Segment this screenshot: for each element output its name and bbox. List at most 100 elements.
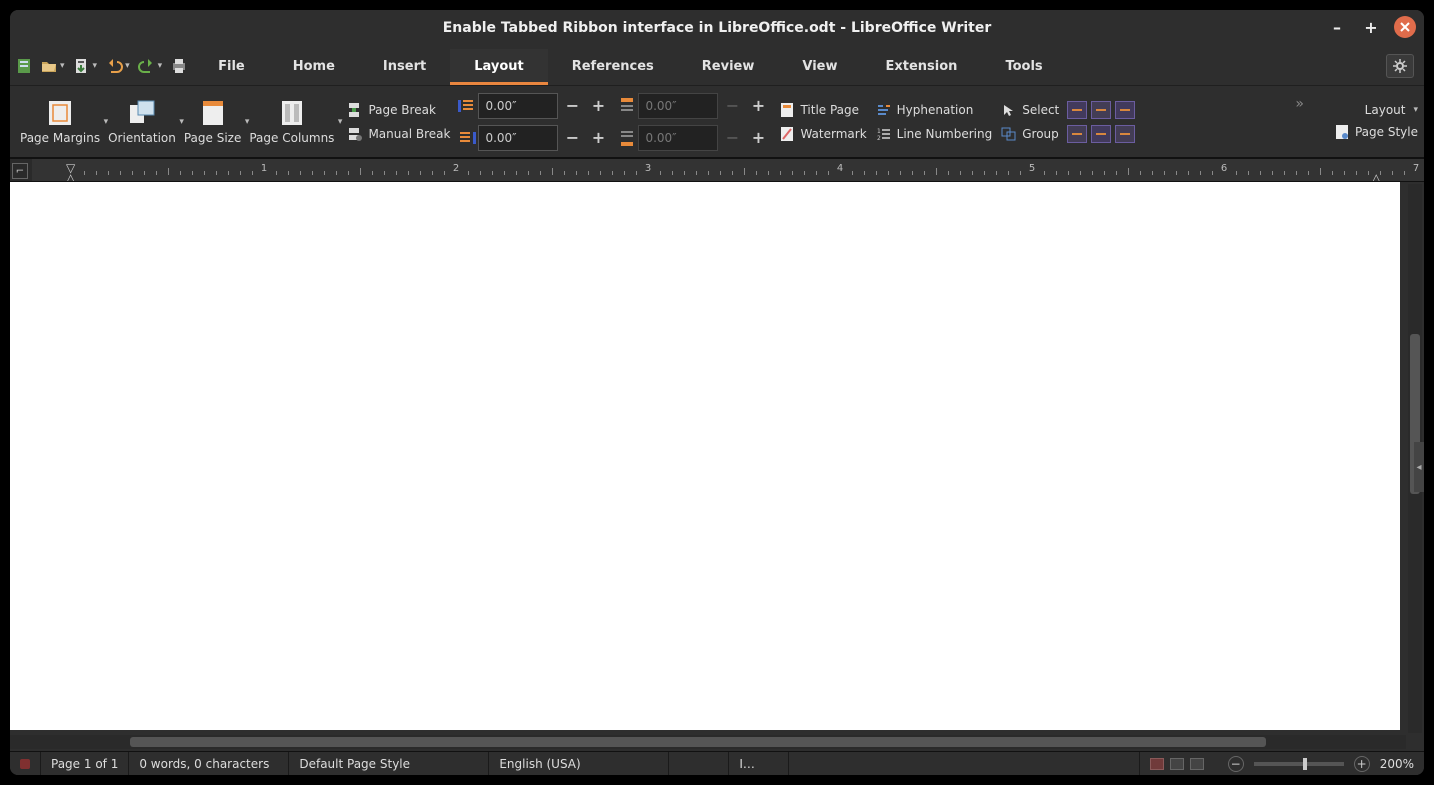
spacing-above-icon xyxy=(618,97,636,115)
wrap-option-5[interactable] xyxy=(1091,125,1111,143)
open-button[interactable]: ▾ xyxy=(38,55,69,77)
group-button[interactable]: Group xyxy=(1000,125,1059,143)
manual-break-button[interactable]: Manual Break xyxy=(346,125,450,143)
zoom-out-button[interactable]: − xyxy=(1228,756,1244,772)
chevron-down-icon: ▾ xyxy=(123,61,132,71)
print-button[interactable] xyxy=(168,55,190,77)
document-page[interactable] xyxy=(10,182,1400,730)
wrap-option-6[interactable] xyxy=(1115,125,1135,143)
save-button[interactable]: ▾ xyxy=(71,55,102,77)
indent-left-decrease[interactable]: − xyxy=(560,93,584,119)
status-selection-mode[interactable]: I… xyxy=(729,752,789,775)
spacing-below-input[interactable]: 0.00″ xyxy=(638,125,718,151)
orientation-button[interactable]: Orientation ▾ xyxy=(104,97,180,147)
page-size-icon xyxy=(199,99,227,127)
zoom-in-button[interactable]: + xyxy=(1354,756,1370,772)
wrap-option-1[interactable] xyxy=(1067,101,1087,119)
title-page-button[interactable]: Title Page xyxy=(778,101,866,119)
indent-right-decrease[interactable]: − xyxy=(560,125,584,151)
undo-button[interactable]: ▾ xyxy=(103,55,134,77)
page-style-button[interactable]: Page Style xyxy=(1333,123,1418,141)
hyphenation-button[interactable]: Hyphenation xyxy=(875,101,993,119)
chevron-down-icon: ▾ xyxy=(1409,105,1418,115)
app-window: Enable Tabbed Ribbon interface in LibreO… xyxy=(10,10,1424,775)
tab-home[interactable]: Home xyxy=(269,49,359,85)
tab-extension[interactable]: Extension xyxy=(862,49,982,85)
spacing-below-decrease[interactable]: − xyxy=(720,125,744,151)
horizontal-scroll-thumb[interactable] xyxy=(130,737,1266,747)
view-book[interactable] xyxy=(1190,758,1204,770)
close-button[interactable] xyxy=(1394,16,1416,38)
status-page[interactable]: Page 1 of 1 xyxy=(41,752,129,775)
page-style-icon xyxy=(1333,123,1351,141)
ruler-number: 5 xyxy=(1029,163,1035,167)
tab-layout[interactable]: Layout xyxy=(450,49,548,85)
status-save-indicator[interactable] xyxy=(10,752,41,775)
tab-stop-selector[interactable]: ⌐ xyxy=(12,163,28,179)
chevron-down-icon: ▾ xyxy=(91,61,100,71)
ribbon-group-text-flow: Hyphenation 12 Line Numbering xyxy=(875,101,993,143)
minimize-button[interactable]: – xyxy=(1326,16,1348,38)
maximize-button[interactable]: + xyxy=(1360,16,1382,38)
tab-review[interactable]: Review xyxy=(678,49,779,85)
ribbon-group-spacing: 0.00″ − + 0.00″ − + xyxy=(618,93,770,151)
status-word-count[interactable]: 0 words, 0 characters xyxy=(129,752,289,775)
orientation-icon xyxy=(128,99,156,127)
spacing-above-increase[interactable]: + xyxy=(746,93,770,119)
wrap-option-3[interactable] xyxy=(1115,101,1135,119)
view-single-page[interactable] xyxy=(1150,758,1164,770)
page-columns-button[interactable]: Page Columns ▾ xyxy=(245,97,338,147)
hyphenation-icon xyxy=(875,101,893,119)
select-button[interactable]: Select xyxy=(1000,101,1059,119)
ribbon-overflow-button[interactable]: » xyxy=(1295,86,1304,122)
indent-right-input[interactable]: 0.00″ xyxy=(478,125,558,151)
horizontal-scrollbar[interactable] xyxy=(10,735,1406,749)
horizontal-ruler[interactable]: ⌐ ▽△1234567△ xyxy=(10,158,1424,182)
spacing-above-input[interactable]: 0.00″ xyxy=(638,93,718,119)
indent-right-increase[interactable]: + xyxy=(586,125,610,151)
undo-icon xyxy=(105,57,123,75)
indent-left-icon xyxy=(458,97,476,115)
redo-button[interactable]: ▾ xyxy=(136,55,167,77)
spacing-above-decrease[interactable]: − xyxy=(720,93,744,119)
tab-file[interactable]: File xyxy=(194,49,269,85)
watermark-button[interactable]: Watermark xyxy=(778,125,866,143)
indent-left-input[interactable]: 0.00″ xyxy=(478,93,558,119)
status-insert-mode[interactable] xyxy=(669,752,729,775)
right-indent-marker[interactable]: △ xyxy=(1372,171,1381,182)
indent-right-row: 0.00″ − + xyxy=(458,125,610,151)
ribbon-group-arrange: Select Group xyxy=(1000,101,1059,143)
page-break-button[interactable]: Page Break xyxy=(346,101,450,119)
ruler-number: 4 xyxy=(837,163,843,167)
status-signature[interactable] xyxy=(789,752,1139,775)
group-icon xyxy=(1000,125,1018,143)
sidebar-toggle[interactable]: ◂ xyxy=(1414,442,1424,492)
tab-references[interactable]: References xyxy=(548,49,678,85)
view-multi-page[interactable] xyxy=(1170,758,1184,770)
zoom-percent[interactable]: 200% xyxy=(1374,757,1414,771)
manual-break-icon xyxy=(346,125,364,143)
status-language[interactable]: English (USA) xyxy=(489,752,669,775)
indent-left-increase[interactable]: + xyxy=(586,93,610,119)
left-indent-marker[interactable]: △ xyxy=(66,171,75,182)
ribbon-group-page-extras: Title Page Watermark xyxy=(778,101,866,143)
page-margins-icon xyxy=(46,99,74,127)
spacing-below-increase[interactable]: + xyxy=(746,125,770,151)
tab-view[interactable]: View xyxy=(778,49,861,85)
window-title: Enable Tabbed Ribbon interface in LibreO… xyxy=(443,20,992,36)
wrap-option-4[interactable] xyxy=(1067,125,1087,143)
tab-tools[interactable]: Tools xyxy=(981,49,1066,85)
layout-menu-button[interactable]: Layout ▾ xyxy=(1365,103,1418,117)
ribbon-settings-button[interactable] xyxy=(1386,54,1414,78)
new-document-button[interactable] xyxy=(14,55,36,77)
line-numbering-button[interactable]: 12 Line Numbering xyxy=(875,125,993,143)
zoom-slider[interactable] xyxy=(1254,762,1344,766)
chevron-down-icon: ▾ xyxy=(58,61,67,71)
wrap-option-2[interactable] xyxy=(1091,101,1111,119)
page-margins-button[interactable]: Page Margins ▾ xyxy=(16,97,104,147)
tab-insert[interactable]: Insert xyxy=(359,49,450,85)
ruler-number: 1 xyxy=(261,163,267,167)
page-size-button[interactable]: Page Size ▾ xyxy=(180,97,246,147)
status-page-style[interactable]: Default Page Style xyxy=(289,752,489,775)
zoom-slider-knob[interactable] xyxy=(1303,758,1307,770)
